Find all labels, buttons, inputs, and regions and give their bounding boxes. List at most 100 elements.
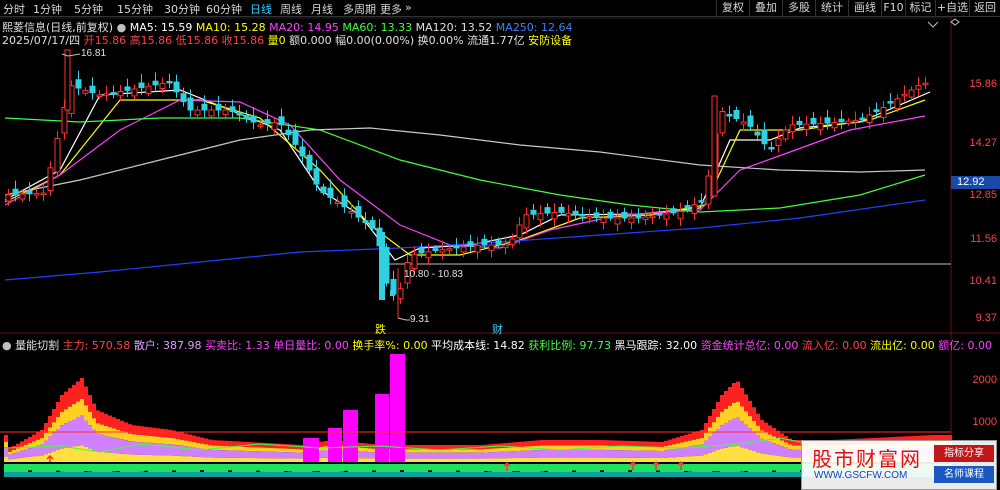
indicator-value: 买卖比: 1.33 [205, 339, 270, 352]
watermark-title: 股市财富网 [812, 447, 922, 471]
energy-bar [676, 437, 680, 477]
energy-bar [124, 422, 128, 477]
energy-bar [468, 445, 472, 477]
energy-bar [760, 420, 764, 477]
indicator-share-button[interactable]: 指标分享 [934, 445, 994, 462]
energy-bar [192, 435, 196, 477]
candle [628, 209, 635, 230]
price-label: 10.41 [969, 275, 997, 287]
energy-bar [700, 430, 704, 477]
energy-bar [788, 438, 792, 477]
ma-line [4, 89, 931, 261]
candle [523, 207, 530, 234]
high-annotation: 16.81 [81, 48, 107, 59]
energy-bar [328, 428, 342, 462]
energy-bar [544, 440, 548, 477]
candle [124, 78, 131, 98]
energy-bar [668, 439, 672, 477]
energy-bar [296, 444, 300, 477]
candle [117, 84, 124, 102]
energy-bar [720, 395, 724, 477]
energy-bar [688, 433, 692, 477]
candle [740, 113, 747, 131]
energy-bar [204, 438, 208, 477]
candle [768, 141, 775, 153]
low-annotation: 9.31 [410, 314, 430, 325]
energy-bar [672, 438, 676, 477]
candle [75, 70, 82, 96]
kline-chart[interactable] [0, 0, 1000, 490]
candle [579, 207, 586, 222]
energy-bar [572, 440, 576, 477]
energy-bar [120, 420, 124, 477]
energy-bar [16, 443, 20, 477]
teacher-course-button[interactable]: 名师课程 [934, 466, 994, 483]
energy-bar [768, 425, 772, 477]
candle [880, 100, 887, 123]
energy-bar [280, 443, 284, 477]
moving-average-lines [4, 89, 931, 281]
candle [54, 131, 61, 178]
watermark-url[interactable]: WWW.GSCFW.COM [814, 470, 907, 481]
candle [166, 73, 173, 89]
candle [922, 77, 929, 90]
change-value: 幅0.00(0.00%) [335, 34, 415, 47]
candle [544, 203, 551, 217]
energy-bar [324, 441, 328, 477]
candle [355, 200, 362, 223]
energy-bar [368, 443, 372, 477]
candle [775, 130, 782, 153]
range-annotation: 10.80 - 10.83 [404, 269, 463, 280]
drop-marker: 跌 [375, 323, 386, 336]
bar-detail: 2025/07/17/四 开15.86 高15.86 低15.86 收15.86… [2, 32, 572, 48]
energy-bar [112, 417, 116, 477]
energy-bar [156, 428, 160, 477]
candle [600, 209, 607, 230]
energy-bar [732, 383, 736, 477]
energy-bar [56, 402, 60, 477]
turnover-value: 换0.00% [417, 34, 464, 47]
energy-bar [260, 442, 264, 477]
candle [243, 110, 250, 123]
indicator-name[interactable]: 量能切割 [15, 339, 59, 352]
indicator-value: 额亿: 0.00 [938, 339, 992, 352]
energy-bar [92, 403, 96, 477]
energy-bar [748, 400, 752, 477]
candle [565, 204, 572, 223]
candle [474, 237, 481, 259]
indicator-dot-icon[interactable]: ● [2, 339, 12, 352]
energy-bar [4, 435, 8, 477]
energy-bar [96, 410, 100, 477]
energy-bar [24, 439, 28, 477]
energy-bar [180, 432, 184, 477]
industry-label[interactable]: 安防设备 [528, 34, 572, 47]
site-watermark[interactable]: 股市财富网 WWW.GSCFW.COM 指标分享 名师课程 [801, 440, 997, 490]
energy-bar [168, 429, 172, 477]
energy-bar [272, 443, 276, 477]
finance-marker: 财 [492, 323, 503, 336]
energy-bar [536, 440, 540, 477]
candle [33, 188, 40, 199]
high-value: 高15.86 [129, 34, 173, 47]
energy-bar [560, 440, 564, 477]
energy-bar [784, 436, 788, 477]
energy-bar [216, 440, 220, 477]
energy-bar [524, 441, 528, 477]
float-value: 流通1.77亿 [467, 34, 525, 47]
ma-line [4, 99, 926, 256]
energy-bar [72, 384, 76, 477]
candle [299, 138, 306, 163]
candle [754, 124, 761, 142]
candle [796, 116, 803, 129]
candle [103, 85, 110, 101]
energy-bar [276, 443, 280, 477]
candle [236, 104, 243, 122]
energy-bar [284, 444, 288, 477]
energy-bar [288, 444, 292, 477]
candle [138, 74, 145, 95]
candle [782, 126, 789, 142]
energy-bar [724, 391, 728, 477]
indicator-value: 平均成本线: 14.82 [431, 339, 525, 352]
candle [82, 87, 89, 96]
price-label: 11.56 [970, 233, 997, 245]
